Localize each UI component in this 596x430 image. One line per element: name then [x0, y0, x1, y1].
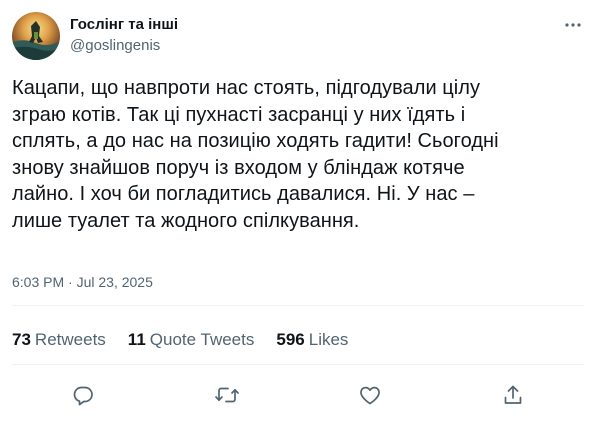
meta-separator: · — [68, 274, 73, 290]
tweet-time[interactable]: 6:03 PM — [12, 274, 64, 290]
quotes-count: 11 — [127, 330, 146, 349]
quotes-label: Quote Tweets — [149, 330, 255, 349]
display-name[interactable]: Гослінг та інші — [70, 15, 178, 35]
reply-icon[interactable] — [68, 380, 98, 410]
author-handle[interactable]: @goslingenis — [70, 36, 178, 56]
tweet-actions — [0, 380, 596, 410]
divider — [12, 305, 584, 306]
divider — [12, 364, 584, 365]
likes-stat[interactable]: 596 Likes — [276, 329, 348, 351]
tweet-header: Гослінг та інші @goslingenis — [12, 12, 584, 60]
likes-label: Likes — [308, 330, 349, 349]
quote-tweets-stat[interactable]: 11 Quote Tweets — [128, 329, 255, 351]
avatar[interactable] — [12, 12, 60, 60]
retweets-label: Retweets — [34, 330, 106, 349]
likes-count: 596 — [276, 330, 305, 349]
tweet-date[interactable]: Jul 23, 2025 — [77, 274, 153, 290]
retweets-stat[interactable]: 73 Retweets — [12, 329, 106, 351]
heart-icon[interactable] — [355, 380, 385, 410]
tweet-text: Кацапи, що навпроти нас стоять, підгодув… — [12, 77, 499, 232]
author-names: Гослінг та інші @goslingenis — [70, 15, 178, 56]
tweet-timestamp: 6:03 PM · Jul 23, 2025 — [12, 273, 153, 291]
retweets-count: 73 — [12, 330, 31, 349]
share-icon[interactable] — [498, 380, 528, 410]
tweet-card: Гослінг та інші @goslingenis Кацапи, що … — [0, 0, 596, 430]
tweet-stats: 73 Retweets 11 Quote Tweets 596 Likes — [12, 329, 370, 351]
retweet-icon[interactable] — [212, 380, 242, 410]
more-horizontal-icon[interactable] — [562, 14, 584, 36]
